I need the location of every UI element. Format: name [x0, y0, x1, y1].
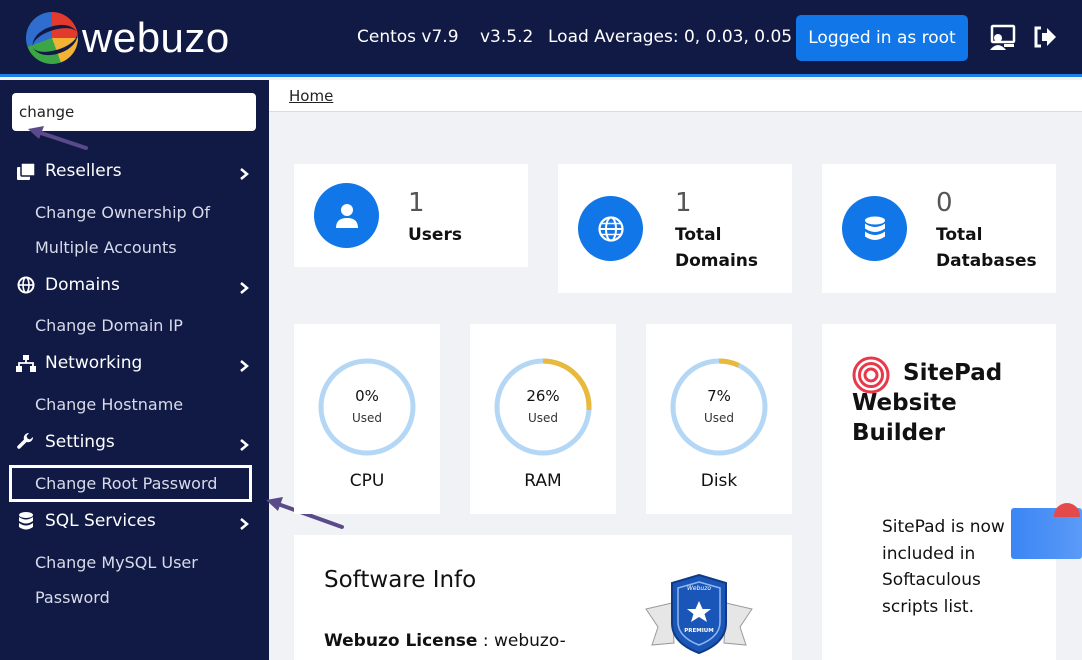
- premium-badge-icon: Webuzo PREMIUM: [645, 573, 753, 655]
- stat-label: Total: [936, 225, 983, 245]
- sidebar-group-resellers[interactable]: Resellers: [16, 161, 122, 181]
- gauge-percent: 7%: [707, 387, 731, 405]
- load-averages: Load Averages: 0, 0.03, 0.05: [548, 27, 793, 47]
- stat-value: 1: [675, 188, 692, 218]
- notification-dot: [1054, 503, 1080, 517]
- sidebar-group-label: Settings: [45, 432, 115, 452]
- sidebar-search-input[interactable]: [12, 93, 256, 131]
- sidebar-group-networking[interactable]: Networking: [16, 353, 142, 373]
- stat-card-databases[interactable]: 0 Total Databases: [822, 164, 1056, 293]
- sitepad-title: SitePad Website Builder: [852, 356, 1042, 448]
- sidebar-group-label: Networking: [45, 353, 143, 373]
- user-switch-icon[interactable]: [988, 24, 1018, 52]
- gauge-name: CPU: [349, 471, 385, 491]
- logged-in-button[interactable]: Logged in as root: [796, 15, 968, 61]
- sidebar-item-password[interactable]: Password: [35, 588, 110, 607]
- stat-value: 0: [936, 188, 953, 218]
- chevron-right-icon[interactable]: [238, 168, 250, 180]
- user-icon: [314, 183, 379, 248]
- sitepad-description: SitePad is now included in Softaculous s…: [882, 517, 1005, 617]
- sidebar-group-label: Resellers: [45, 161, 122, 181]
- breadcrumb: Home: [269, 80, 1082, 112]
- gauge-name: RAM: [524, 471, 562, 491]
- globe-icon: [16, 276, 36, 294]
- stat-label: Domains: [675, 251, 759, 271]
- gauge-card-ram: 26% Used RAM: [470, 324, 616, 514]
- resellers-icon: [16, 162, 36, 180]
- sidebar-item-multiple-accounts[interactable]: Multiple Accounts: [35, 238, 177, 257]
- chevron-right-icon[interactable]: [238, 360, 250, 372]
- sidebar-item-change-ownership[interactable]: Change Ownership Of: [35, 203, 210, 222]
- logo-text: webuzo: [82, 14, 230, 61]
- software-info-title: Software Info: [324, 567, 477, 593]
- sidebar-item-change-root-password[interactable]: Change Root Password: [35, 474, 217, 493]
- sidebar-item-change-mysql-user[interactable]: Change MySQL User: [35, 553, 198, 572]
- gauge-percent: 26%: [526, 387, 560, 405]
- sidebar: Resellers Change Ownership Of Multiple A…: [0, 80, 269, 660]
- software-info-card: Software Info Webuzo License : webuzo- W…: [294, 535, 792, 660]
- network-icon: [16, 354, 36, 372]
- webuzo-logo[interactable]: webuzo: [26, 12, 230, 64]
- chevron-right-icon[interactable]: [238, 518, 250, 530]
- top-header: webuzo Centos v7.9 v3.5.2 Load Averages:…: [0, 0, 1082, 77]
- sidebar-item-change-domain-ip[interactable]: Change Domain IP: [35, 316, 183, 335]
- stat-card-users[interactable]: 1 Users: [294, 164, 528, 267]
- sidebar-group-settings[interactable]: Settings: [16, 432, 115, 452]
- license-row: Webuzo License : webuzo-: [324, 631, 566, 651]
- stat-label: Users: [408, 225, 462, 245]
- stat-label: Databases: [936, 251, 1037, 271]
- gauge-used-label: Used: [703, 411, 735, 425]
- chevron-right-icon[interactable]: [238, 439, 250, 451]
- gauge-card-disk: 7% Used Disk: [646, 324, 792, 514]
- database-icon: [16, 512, 36, 530]
- license-label: Webuzo License: [324, 631, 478, 651]
- sitepad-title-line: SitePad: [903, 360, 1003, 386]
- sidebar-item-change-hostname[interactable]: Change Hostname: [35, 395, 183, 414]
- sitepad-title-line: Builder: [852, 420, 946, 446]
- logout-icon[interactable]: [1032, 24, 1062, 52]
- gauge-card-cpu: 0% Used CPU: [294, 324, 440, 514]
- badge-bottom-text: PREMIUM: [684, 628, 713, 634]
- gauge-used-label: Used: [351, 411, 383, 425]
- breadcrumb-home[interactable]: Home: [289, 87, 333, 105]
- stat-card-domains[interactable]: 1 Total Domains: [558, 164, 792, 293]
- sidebar-group-label: Domains: [45, 275, 120, 295]
- sidebar-group-sql-services[interactable]: SQL Services: [16, 511, 156, 531]
- webuzo-version: v3.5.2: [480, 27, 534, 47]
- gauge-percent: 0%: [355, 387, 379, 405]
- sitepad-card: SitePad Website Builder SitePad is now i…: [822, 324, 1056, 660]
- badge-top-text: Webuzo: [687, 585, 711, 592]
- gauge-used-label: Used: [527, 411, 559, 425]
- gauge-name: Disk: [700, 471, 738, 491]
- chevron-right-icon[interactable]: [238, 282, 250, 294]
- license-value: : webuzo-: [482, 631, 566, 651]
- webuzo-logo-icon: [26, 12, 78, 64]
- stat-label: Total: [675, 225, 722, 245]
- os-version: Centos v7.9: [357, 27, 459, 47]
- globe-icon: [578, 196, 643, 261]
- stat-value: 1: [408, 188, 425, 218]
- sidebar-group-domains[interactable]: Domains: [16, 275, 120, 295]
- sitepad-title-line: Website: [852, 390, 957, 416]
- sidebar-group-label: SQL Services: [45, 511, 156, 531]
- database-icon: [842, 196, 907, 261]
- wrench-icon: [16, 433, 36, 451]
